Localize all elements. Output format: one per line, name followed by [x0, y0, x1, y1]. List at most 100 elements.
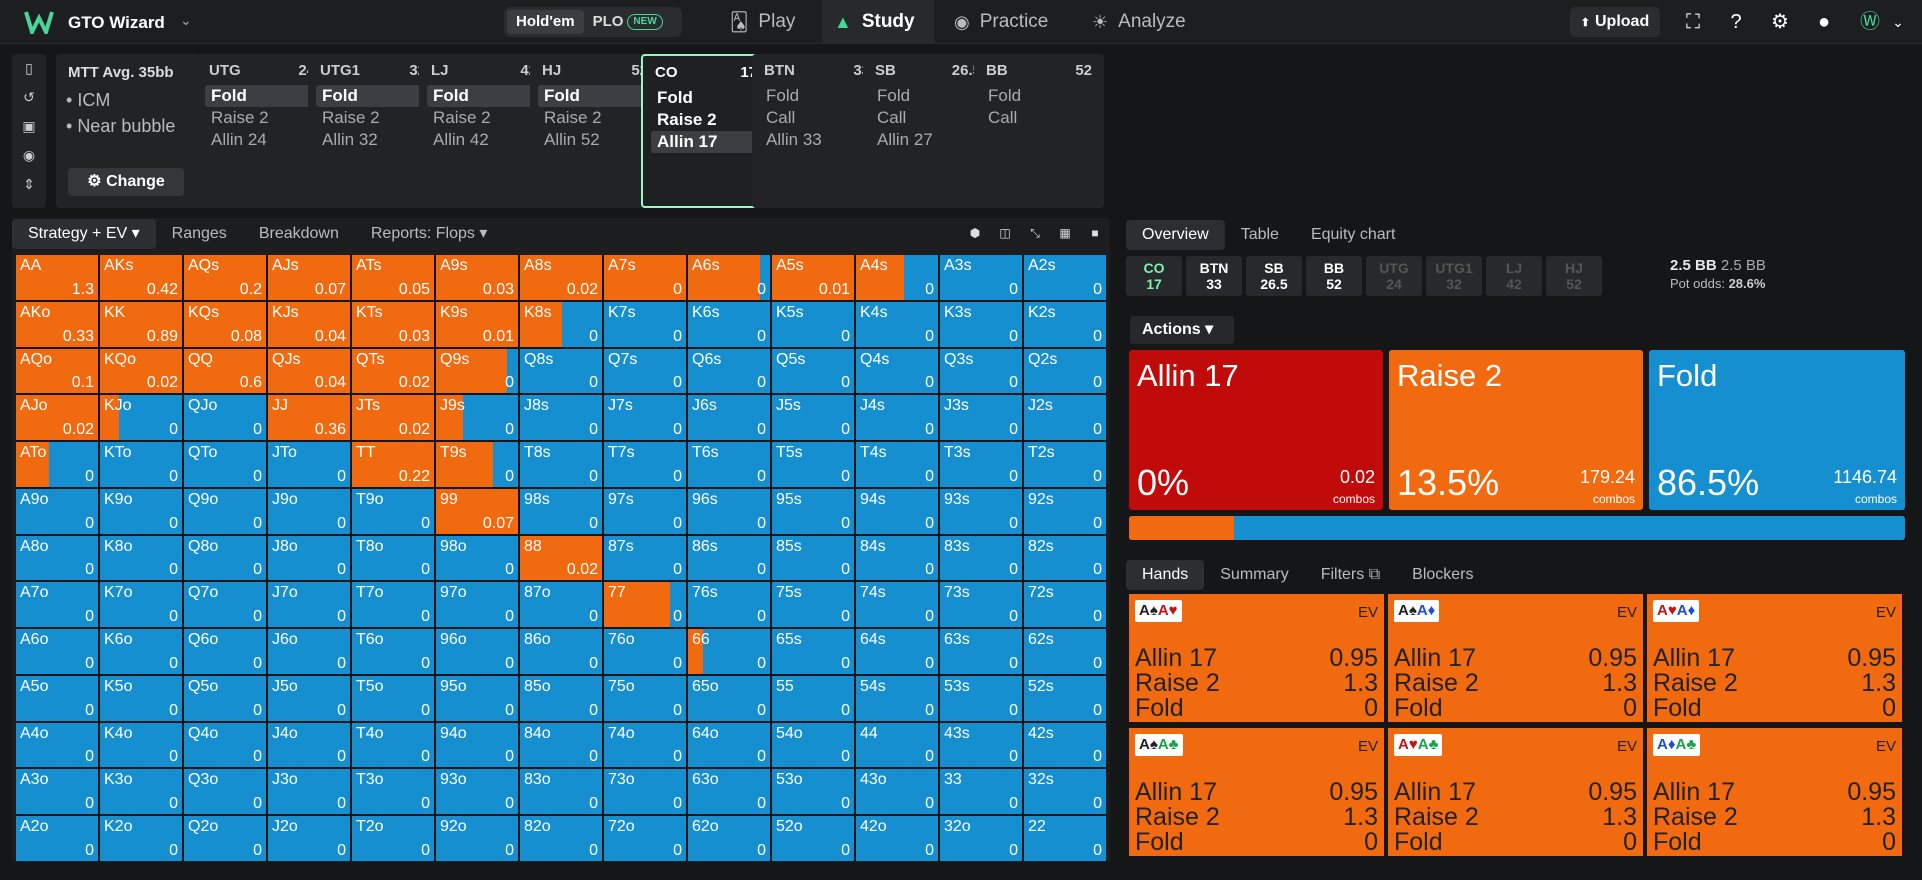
hand-cell[interactable]: K2o 0 [100, 816, 182, 861]
hand-cell[interactable]: 32s 0 [1024, 769, 1106, 815]
hand-cell[interactable]: J6o 0 [268, 629, 350, 674]
hand-cell[interactable]: 22 0 [1024, 816, 1106, 861]
account-badge-icon[interactable]: Ⓦ [1858, 10, 1882, 34]
hand-cell[interactable]: 84o 0 [520, 722, 602, 768]
hand-cell[interactable]: QTs 0.02 [352, 348, 434, 394]
hand-combo-card[interactable]: A♠A♣ EV Allin 17 0.95 Raise 2 1.3 Fold 0 [1128, 727, 1385, 857]
hand-cell[interactable]: 74s 0 [856, 582, 938, 628]
position-action[interactable]: Allin 52 [538, 129, 648, 151]
hand-cell[interactable]: K7o 0 [100, 582, 182, 628]
hand-cell[interactable]: Q3o 0 [184, 769, 266, 815]
hand-cell[interactable]: 64s 0 [856, 629, 938, 674]
hand-cell[interactable]: 94s 0 [856, 488, 938, 534]
hand-cell[interactable]: KK 0.89 [100, 301, 182, 347]
hand-cell[interactable]: 87s 0 [604, 535, 686, 581]
hand-cell[interactable]: T7s 0 [604, 442, 686, 487]
hand-cell[interactable]: A9s 0.03 [436, 255, 518, 300]
hand-cell[interactable]: JTs 0.02 [352, 395, 434, 441]
hand-cell[interactable]: T5s 0 [772, 442, 854, 487]
position-action[interactable]: Raise 2 [205, 107, 315, 129]
tab-filters[interactable]: Filters ⧉ [1305, 560, 1396, 590]
hand-cell[interactable]: 63o 0 [688, 769, 770, 815]
hand-cell[interactable]: K3o 0 [100, 769, 182, 815]
hand-cell[interactable]: A2o 0 [16, 816, 98, 861]
position-action[interactable]: Allin 17 [651, 131, 757, 153]
hand-cell[interactable]: TT 0.22 [352, 442, 434, 487]
tab-reports-flops[interactable]: Reports: Flops ▾ [355, 219, 504, 249]
hand-cell[interactable]: AQo 0.1 [16, 348, 98, 394]
hand-cell[interactable]: T2s 0 [1024, 442, 1106, 487]
hand-combo-card[interactable]: A♠A♦ EV Allin 17 0.95 Raise 2 1.3 Fold 0 [1387, 593, 1644, 723]
player-chip-btn[interactable]: BTN 33 [1186, 256, 1242, 296]
hand-cell[interactable]: JTo 0 [268, 442, 350, 487]
position-action[interactable]: Fold [871, 85, 981, 107]
hand-cell[interactable]: ATs 0.05 [352, 255, 434, 300]
hand-cell[interactable]: Q6s 0 [688, 348, 770, 394]
hand-cell[interactable]: Q9o 0 [184, 488, 266, 534]
hand-cell[interactable]: T4s 0 [856, 442, 938, 487]
hand-cell[interactable]: A7o 0 [16, 582, 98, 628]
split-view-icon[interactable]: ◫ [990, 220, 1020, 246]
tab-summary[interactable]: Summary [1204, 560, 1304, 590]
hand-cell[interactable]: 85o 0 [520, 675, 602, 721]
hand-cell[interactable]: AJs 0.07 [268, 255, 350, 300]
hand-cell[interactable]: 86s 0 [688, 535, 770, 581]
hand-cell[interactable]: J6s 0 [688, 395, 770, 441]
actions-dropdown[interactable]: Actions ▾ [1130, 316, 1234, 344]
action-box-allin[interactable]: Allin 17 0% 0.02 combos [1129, 350, 1383, 510]
hand-cell[interactable]: 87o 0 [520, 582, 602, 628]
hand-cell[interactable]: K5s 0 [772, 301, 854, 347]
hand-cell[interactable]: J9s 0 [436, 395, 518, 441]
hand-cell[interactable]: K4s 0 [856, 301, 938, 347]
hand-cell[interactable]: K4o 0 [100, 722, 182, 768]
hand-cell[interactable]: 93s 0 [940, 488, 1022, 534]
position-action[interactable]: Fold [316, 85, 426, 107]
chevron-down-icon[interactable]: ⌄ [180, 12, 192, 29]
gear-icon[interactable]: ⚙ [1768, 10, 1792, 34]
position-action[interactable]: Raise 2 [427, 107, 537, 129]
hand-cell[interactable]: 62s 0 [1024, 629, 1106, 674]
hand-cell[interactable]: K7s 0 [604, 301, 686, 347]
position-action[interactable]: Raise 2 [538, 107, 648, 129]
hand-cell[interactable]: T6o 0 [352, 629, 434, 674]
tab-equity-chart[interactable]: Equity chart [1295, 220, 1411, 250]
hand-cell[interactable]: A6s 0 [688, 255, 770, 300]
hand-cell[interactable]: J5o 0 [268, 675, 350, 721]
hand-cell[interactable]: 83s 0 [940, 535, 1022, 581]
hand-cell[interactable]: K8o 0 [100, 535, 182, 581]
save-icon[interactable]: ▣ [12, 112, 46, 141]
hand-cell[interactable]: J7o 0 [268, 582, 350, 628]
tab-ranges[interactable]: Ranges [156, 219, 243, 249]
wizard-logo-icon[interactable] [24, 10, 54, 34]
hand-cell[interactable]: QJs 0.04 [268, 348, 350, 394]
player-chip-hj[interactable]: HJ 52 [1546, 256, 1602, 296]
hand-cell[interactable]: A2s 0 [1024, 255, 1106, 300]
hand-cell[interactable]: T4o 0 [352, 722, 434, 768]
hand-cell[interactable]: 42o 0 [856, 816, 938, 861]
hand-cell[interactable]: 75s 0 [772, 582, 854, 628]
position-action[interactable]: Allin 42 [427, 129, 537, 151]
player-chip-utg[interactable]: UTG 24 [1366, 256, 1422, 296]
hand-cell[interactable]: 85s 0 [772, 535, 854, 581]
hand-cell[interactable]: J4s 0 [856, 395, 938, 441]
hand-cell[interactable]: J8o 0 [268, 535, 350, 581]
hand-cell[interactable]: J2o 0 [268, 816, 350, 861]
bookmark-icon[interactable]: ▯ [12, 54, 46, 83]
hand-cell[interactable]: 82o 0 [520, 816, 602, 861]
hand-cell[interactable]: J3s 0 [940, 395, 1022, 441]
reset-icon[interactable]: ↺ [12, 83, 46, 112]
hand-cell[interactable]: Q4o 0 [184, 722, 266, 768]
hand-cell[interactable]: 82s 0 [1024, 535, 1106, 581]
hand-cell[interactable]: T9s 0 [436, 442, 518, 487]
hand-cell[interactable]: Q8o 0 [184, 535, 266, 581]
hand-cell[interactable]: A8o 0 [16, 535, 98, 581]
hand-combo-card[interactable]: A♥A♦ EV Allin 17 0.95 Raise 2 1.3 Fold 0 [1646, 593, 1903, 723]
hand-cell[interactable]: AQs 0.2 [184, 255, 266, 300]
hand-cell[interactable]: T7o 0 [352, 582, 434, 628]
position-action[interactable]: Fold [651, 87, 757, 109]
hand-cell[interactable]: JJ 0.36 [268, 395, 350, 441]
tab-strategy-ev[interactable]: Strategy + EV ▾ [12, 219, 156, 249]
position-action[interactable]: Call [760, 107, 870, 129]
position-action[interactable]: Fold [427, 85, 537, 107]
hand-cell[interactable]: J5s 0 [772, 395, 854, 441]
